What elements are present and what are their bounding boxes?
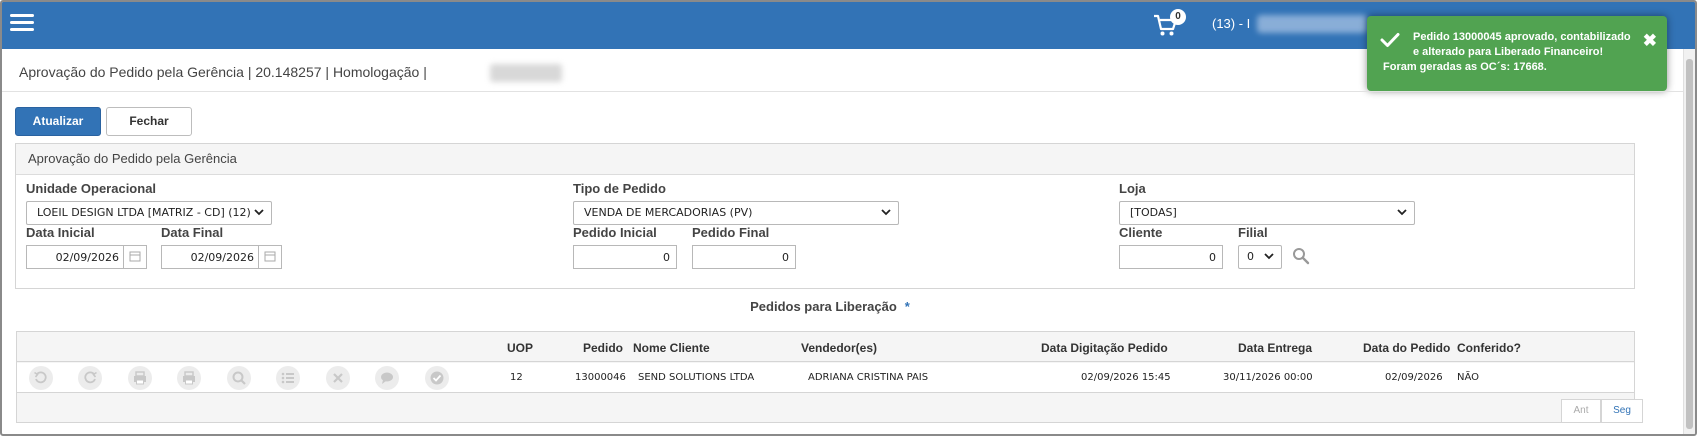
- unidade-label: Unidade Operacional: [26, 181, 157, 196]
- pedido-final-input[interactable]: 0: [692, 245, 796, 269]
- column-header-conferido[interactable]: Conferido?: [1457, 341, 1521, 355]
- chevron-down-icon: [1264, 253, 1274, 260]
- list-icon[interactable]: [276, 366, 300, 390]
- tipo-label: Tipo de Pedido: [573, 181, 666, 196]
- chevron-down-icon: [1397, 209, 1407, 216]
- pedido-inicial-input[interactable]: 0: [573, 245, 677, 269]
- filter-panel: Aprovação do Pedido pela Gerência Unidad…: [15, 143, 1635, 289]
- approve-icon[interactable]: [425, 366, 449, 390]
- list-title: Pedidos para Liberação *: [2, 299, 1658, 314]
- next-page-button[interactable]: Seg: [1601, 399, 1643, 423]
- cell-uop: 12: [510, 372, 523, 383]
- column-header-vendedor[interactable]: Vendedor(es): [801, 341, 877, 355]
- cell-vendedor: ADRIANA CRISTINA PAIS: [808, 372, 929, 383]
- list-title-text: Pedidos para Liberação: [750, 299, 897, 314]
- column-header-uop[interactable]: UOP: [507, 341, 533, 355]
- tipo-value: VENDA DE MERCADORIAS (PV): [584, 206, 753, 219]
- panel-title: Aprovação do Pedido pela Gerência: [16, 144, 1634, 175]
- toast-message-line1: Pedido 13000045 aprovado, contabilizado: [1413, 31, 1631, 43]
- tipo-select[interactable]: VENDA DE MERCADORIAS (PV): [573, 201, 899, 225]
- page-title: Aprovação do Pedido pela Gerência | 20.1…: [19, 64, 427, 80]
- cell-data-digitacao: 02/09/2026 15:45: [1081, 372, 1171, 383]
- table-row[interactable]: 12 13000046 SEND SOLUTIONS LTDA ADRIANA …: [17, 363, 1634, 393]
- data-inicial-input[interactable]: 02/09/2026: [26, 245, 123, 269]
- redo-icon[interactable]: [78, 366, 102, 390]
- search-icon[interactable]: [1292, 247, 1310, 265]
- calendar-button[interactable]: [258, 245, 282, 269]
- grid-header: UOP Pedido Nome Cliente Vendedor(es) Dat…: [17, 332, 1634, 362]
- column-header-data-pedido[interactable]: Data do Pedido: [1363, 341, 1450, 355]
- filial-select[interactable]: 0: [1238, 245, 1282, 269]
- calendar-button[interactable]: [123, 245, 147, 269]
- update-button[interactable]: Atualizar: [15, 107, 101, 136]
- vertical-scrollbar[interactable]: [1683, 49, 1695, 434]
- unidade-select[interactable]: LOEIL DESIGN LTDA [MATRIZ - CD] (12): [26, 201, 272, 225]
- print-alt-icon[interactable]: [177, 366, 201, 390]
- orders-grid: UOP Pedido Nome Cliente Vendedor(es) Dat…: [16, 331, 1643, 423]
- loja-value: [TODAS]: [1130, 206, 1177, 219]
- column-header-cliente[interactable]: Nome Cliente: [633, 341, 710, 355]
- print-icon[interactable]: [128, 366, 152, 390]
- cart-count-badge: 0: [1170, 9, 1186, 25]
- user-name-redacted: [1257, 15, 1367, 33]
- check-icon: [1380, 33, 1400, 47]
- cancel-icon[interactable]: [326, 366, 350, 390]
- comment-icon[interactable]: [375, 366, 399, 390]
- filial-label: Filial: [1238, 225, 1268, 240]
- user-label[interactable]: (13) - I: [1212, 16, 1250, 31]
- close-button[interactable]: Fechar: [106, 107, 192, 136]
- cliente-input[interactable]: 0: [1119, 245, 1223, 269]
- chevron-down-icon: [881, 209, 891, 216]
- cell-data-pedido: 02/09/2026: [1385, 372, 1443, 383]
- column-header-pedido[interactable]: Pedido: [583, 341, 623, 355]
- unidade-value: LOEIL DESIGN LTDA [MATRIZ - CD] (12): [37, 206, 251, 219]
- undo-icon[interactable]: [29, 366, 53, 390]
- app-window: 0 (13) - I Pedido 13000045 aprovado, con…: [0, 0, 1697, 436]
- required-marker: *: [904, 299, 910, 314]
- calendar-icon: [129, 251, 141, 262]
- toast-message-line2: e alterado para Liberado Financeiro!: [1413, 46, 1604, 58]
- close-icon[interactable]: ✖: [1643, 32, 1657, 49]
- cell-pedido: 13000046: [575, 372, 626, 383]
- filial-value: 0: [1247, 250, 1254, 263]
- title-redacted: [490, 64, 562, 82]
- cart-button[interactable]: 0: [1152, 9, 1186, 40]
- column-header-data-digitacao[interactable]: Data Digitação Pedido: [1041, 341, 1168, 355]
- data-inicial-label: Data Inicial: [26, 225, 95, 240]
- menu-icon[interactable]: [10, 14, 34, 34]
- cell-conferido: NÃO: [1457, 372, 1480, 383]
- zoom-icon[interactable]: [227, 366, 251, 390]
- toast-message-line3: Foram geradas as OC´s: 17668.: [1383, 61, 1547, 73]
- cell-cliente: SEND SOLUTIONS LTDA: [638, 372, 755, 383]
- loja-select[interactable]: [TODAS]: [1119, 201, 1415, 225]
- previous-page-button[interactable]: Ant: [1561, 399, 1601, 423]
- chevron-down-icon: [254, 209, 264, 216]
- divider: [2, 91, 1695, 92]
- data-final-input[interactable]: 02/09/2026: [161, 245, 258, 269]
- pedido-inicial-label: Pedido Inicial: [573, 225, 657, 240]
- cliente-label: Cliente: [1119, 225, 1163, 240]
- column-header-data-entrega[interactable]: Data Entrega: [1238, 341, 1312, 355]
- success-toast: Pedido 13000045 aprovado, contabilizado …: [1367, 16, 1667, 91]
- data-final-label: Data Final: [161, 225, 224, 240]
- pedido-final-label: Pedido Final: [692, 225, 770, 240]
- calendar-icon: [264, 251, 276, 262]
- scrollbar-thumb[interactable]: [1686, 59, 1693, 429]
- cell-data-entrega: 30/11/2026 00:00: [1223, 372, 1313, 383]
- loja-label: Loja: [1119, 181, 1146, 196]
